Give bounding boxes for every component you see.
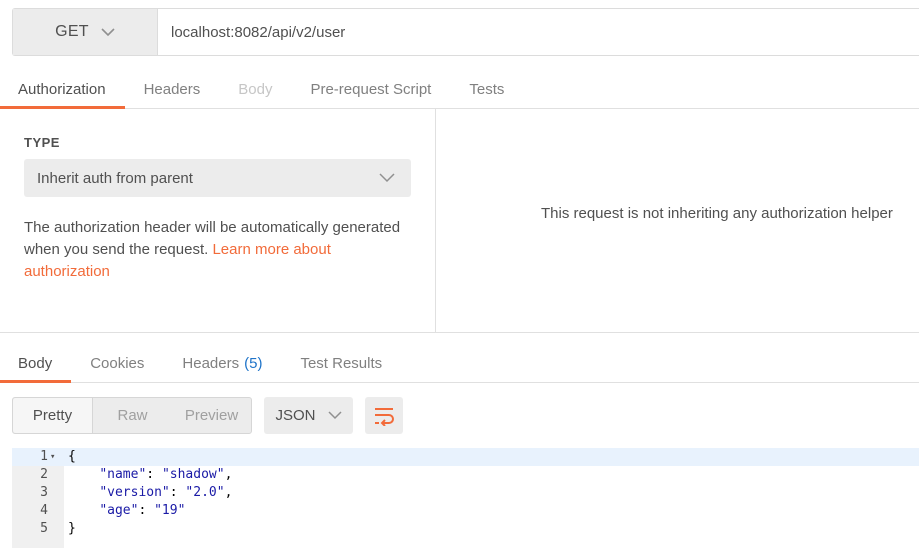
json-key: "age": [99, 503, 139, 518]
json-value: "shadow": [161, 467, 225, 482]
line-number: 4: [40, 503, 48, 518]
raw-button[interactable]: Raw: [93, 398, 172, 433]
tab-body[interactable]: Body: [219, 70, 291, 108]
tab-tests[interactable]: Tests: [450, 70, 523, 108]
tab-count-badge: (5): [244, 355, 263, 372]
line-number: 1: [40, 449, 48, 464]
request-tabs: Authorization Headers Body Pre-request Scri…: [0, 70, 919, 109]
tab-label: Tests: [469, 80, 505, 98]
pretty-button[interactable]: Pretty: [13, 398, 93, 433]
code-text: "name": "shadow",: [99, 467, 233, 482]
code-line: 4 "age": "19": [12, 502, 919, 520]
wrap-lines-icon: [375, 407, 394, 426]
chevron-down-icon: [327, 411, 342, 420]
method-label: GET: [55, 23, 89, 40]
response-tabs: Body Cookies Headers (5) Test Results: [0, 345, 919, 383]
tab-headers[interactable]: Headers: [125, 70, 220, 108]
auth-info-panel: This request is not inheriting any autho…: [437, 109, 919, 332]
response-tab-cookies[interactable]: Cookies: [71, 345, 163, 382]
response-tab-headers[interactable]: Headers (5): [163, 345, 281, 382]
request-url-bar: GET: [12, 8, 919, 56]
auth-description: The authorization header will be automat…: [24, 217, 404, 283]
auth-type-select[interactable]: Inherit auth from parent: [24, 159, 411, 197]
code-line: 1 ▾ {: [12, 448, 919, 466]
line-number: 2: [40, 467, 48, 482]
method-selector[interactable]: GET: [13, 9, 158, 55]
tab-label: Headers: [143, 80, 201, 98]
code-line: 2 "name": "shadow",: [12, 466, 919, 484]
auth-type-value: Inherit auth from parent: [37, 169, 193, 187]
auth-type-label: TYPE: [24, 135, 60, 150]
format-button-group: Pretty Raw Preview: [12, 397, 252, 434]
chevron-down-icon: [101, 27, 115, 36]
auth-info-message: This request is not inheriting any autho…: [541, 205, 893, 222]
response-tab-body[interactable]: Body: [0, 345, 72, 383]
response-body-viewer[interactable]: 1 ▾{2 "name": "shadow", 3 "version": "2.0"…: [12, 448, 919, 548]
language-value: JSON: [275, 407, 316, 424]
tab-label: Headers: [182, 355, 240, 372]
tab-label: Body: [18, 355, 53, 372]
code-text: {: [68, 449, 76, 464]
json-value: "2.0": [185, 485, 225, 500]
fold-toggle-icon[interactable]: ▾: [50, 448, 55, 466]
json-key: "name": [99, 467, 147, 482]
section-divider: [0, 332, 919, 333]
tab-authorization[interactable]: Authorization: [0, 70, 125, 109]
language-select[interactable]: JSON: [264, 397, 353, 434]
preview-button[interactable]: Preview: [172, 398, 251, 433]
code-line: 3 "version": "2.0",: [12, 484, 919, 502]
line-number: 3: [40, 485, 48, 500]
code-text: "age": "19": [99, 503, 186, 518]
chevron-down-icon: [379, 173, 395, 183]
auth-type-panel: TYPE Inherit auth from parent The author…: [0, 109, 436, 332]
tab-pre-request-script[interactable]: Pre-request Script: [291, 70, 450, 108]
json-value: "19": [154, 503, 186, 518]
code-text: }: [68, 521, 76, 536]
tab-label: Cookies: [90, 355, 145, 372]
line-number: 5: [40, 521, 48, 536]
tab-label: Body: [238, 80, 273, 98]
url-input[interactable]: [158, 9, 919, 55]
tab-label: Authorization: [18, 80, 106, 98]
wrap-lines-button[interactable]: [365, 397, 403, 434]
response-tab-test-results[interactable]: Test Results: [281, 345, 401, 382]
code-text: "version": "2.0",: [99, 485, 233, 500]
code-line: 5}: [12, 520, 919, 538]
tab-label: Pre-request Script: [310, 80, 432, 98]
tab-label: Test Results: [300, 355, 383, 372]
json-key: "version": [99, 485, 170, 500]
